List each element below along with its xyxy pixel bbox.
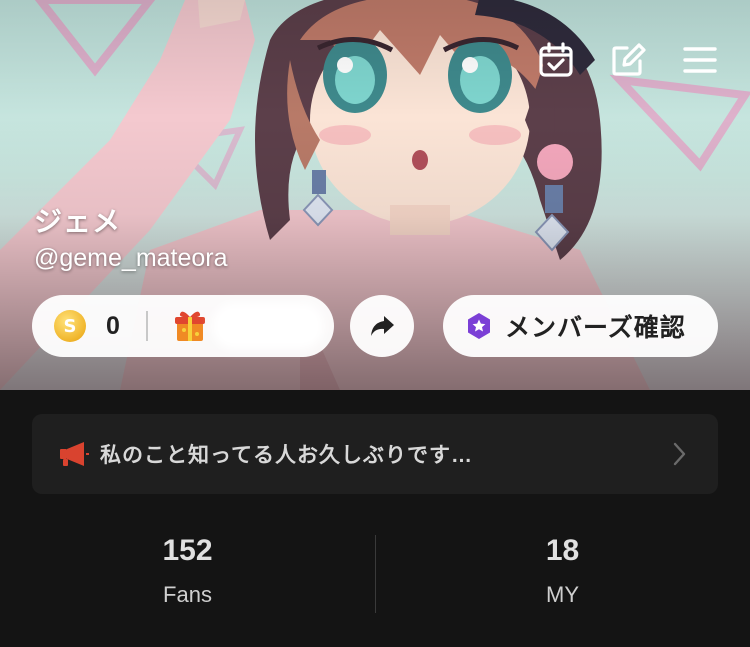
calendar-check-icon[interactable] xyxy=(536,40,576,80)
stat-value: 152 xyxy=(162,534,213,567)
members-confirm-button[interactable]: メンバーズ確認 xyxy=(443,295,718,357)
chevron-right-icon xyxy=(670,440,688,468)
stat-value: 18 xyxy=(545,534,580,567)
wallet-pill[interactable]: S 0 xyxy=(32,295,334,357)
edit-icon[interactable] xyxy=(608,40,648,80)
profile-name: ジェメ xyxy=(34,206,122,237)
stat-label: Fans xyxy=(163,582,212,607)
redacted-area xyxy=(217,309,318,343)
profile-cover: ジェメ @geme_mateora S 0 メンバーズ確認 xyxy=(0,0,750,390)
megaphone-icon xyxy=(58,440,90,468)
menu-icon[interactable] xyxy=(680,40,720,80)
gift-icon[interactable] xyxy=(172,308,208,344)
share-button[interactable] xyxy=(350,295,414,357)
announcement-text: 私のこと知ってる人お久しぶりです… xyxy=(100,444,473,467)
stat-fans[interactable]: 152 Fans xyxy=(0,522,375,622)
stat-my[interactable]: 18 MY xyxy=(375,522,750,622)
announcement-bar[interactable]: 私のこと知ってる人お久しぶりです… xyxy=(32,414,718,494)
coin-count: 0 xyxy=(106,311,120,340)
stats-divider xyxy=(375,535,376,613)
header-actions xyxy=(536,40,720,80)
profile-handle: @geme_mateora xyxy=(34,244,228,272)
coin-icon: S xyxy=(54,310,86,342)
stat-label: MY xyxy=(546,582,579,607)
pill-divider xyxy=(145,311,148,341)
share-icon xyxy=(371,316,394,336)
members-confirm-label: メンバーズ確認 xyxy=(505,314,686,342)
members-badge-icon xyxy=(465,312,493,340)
